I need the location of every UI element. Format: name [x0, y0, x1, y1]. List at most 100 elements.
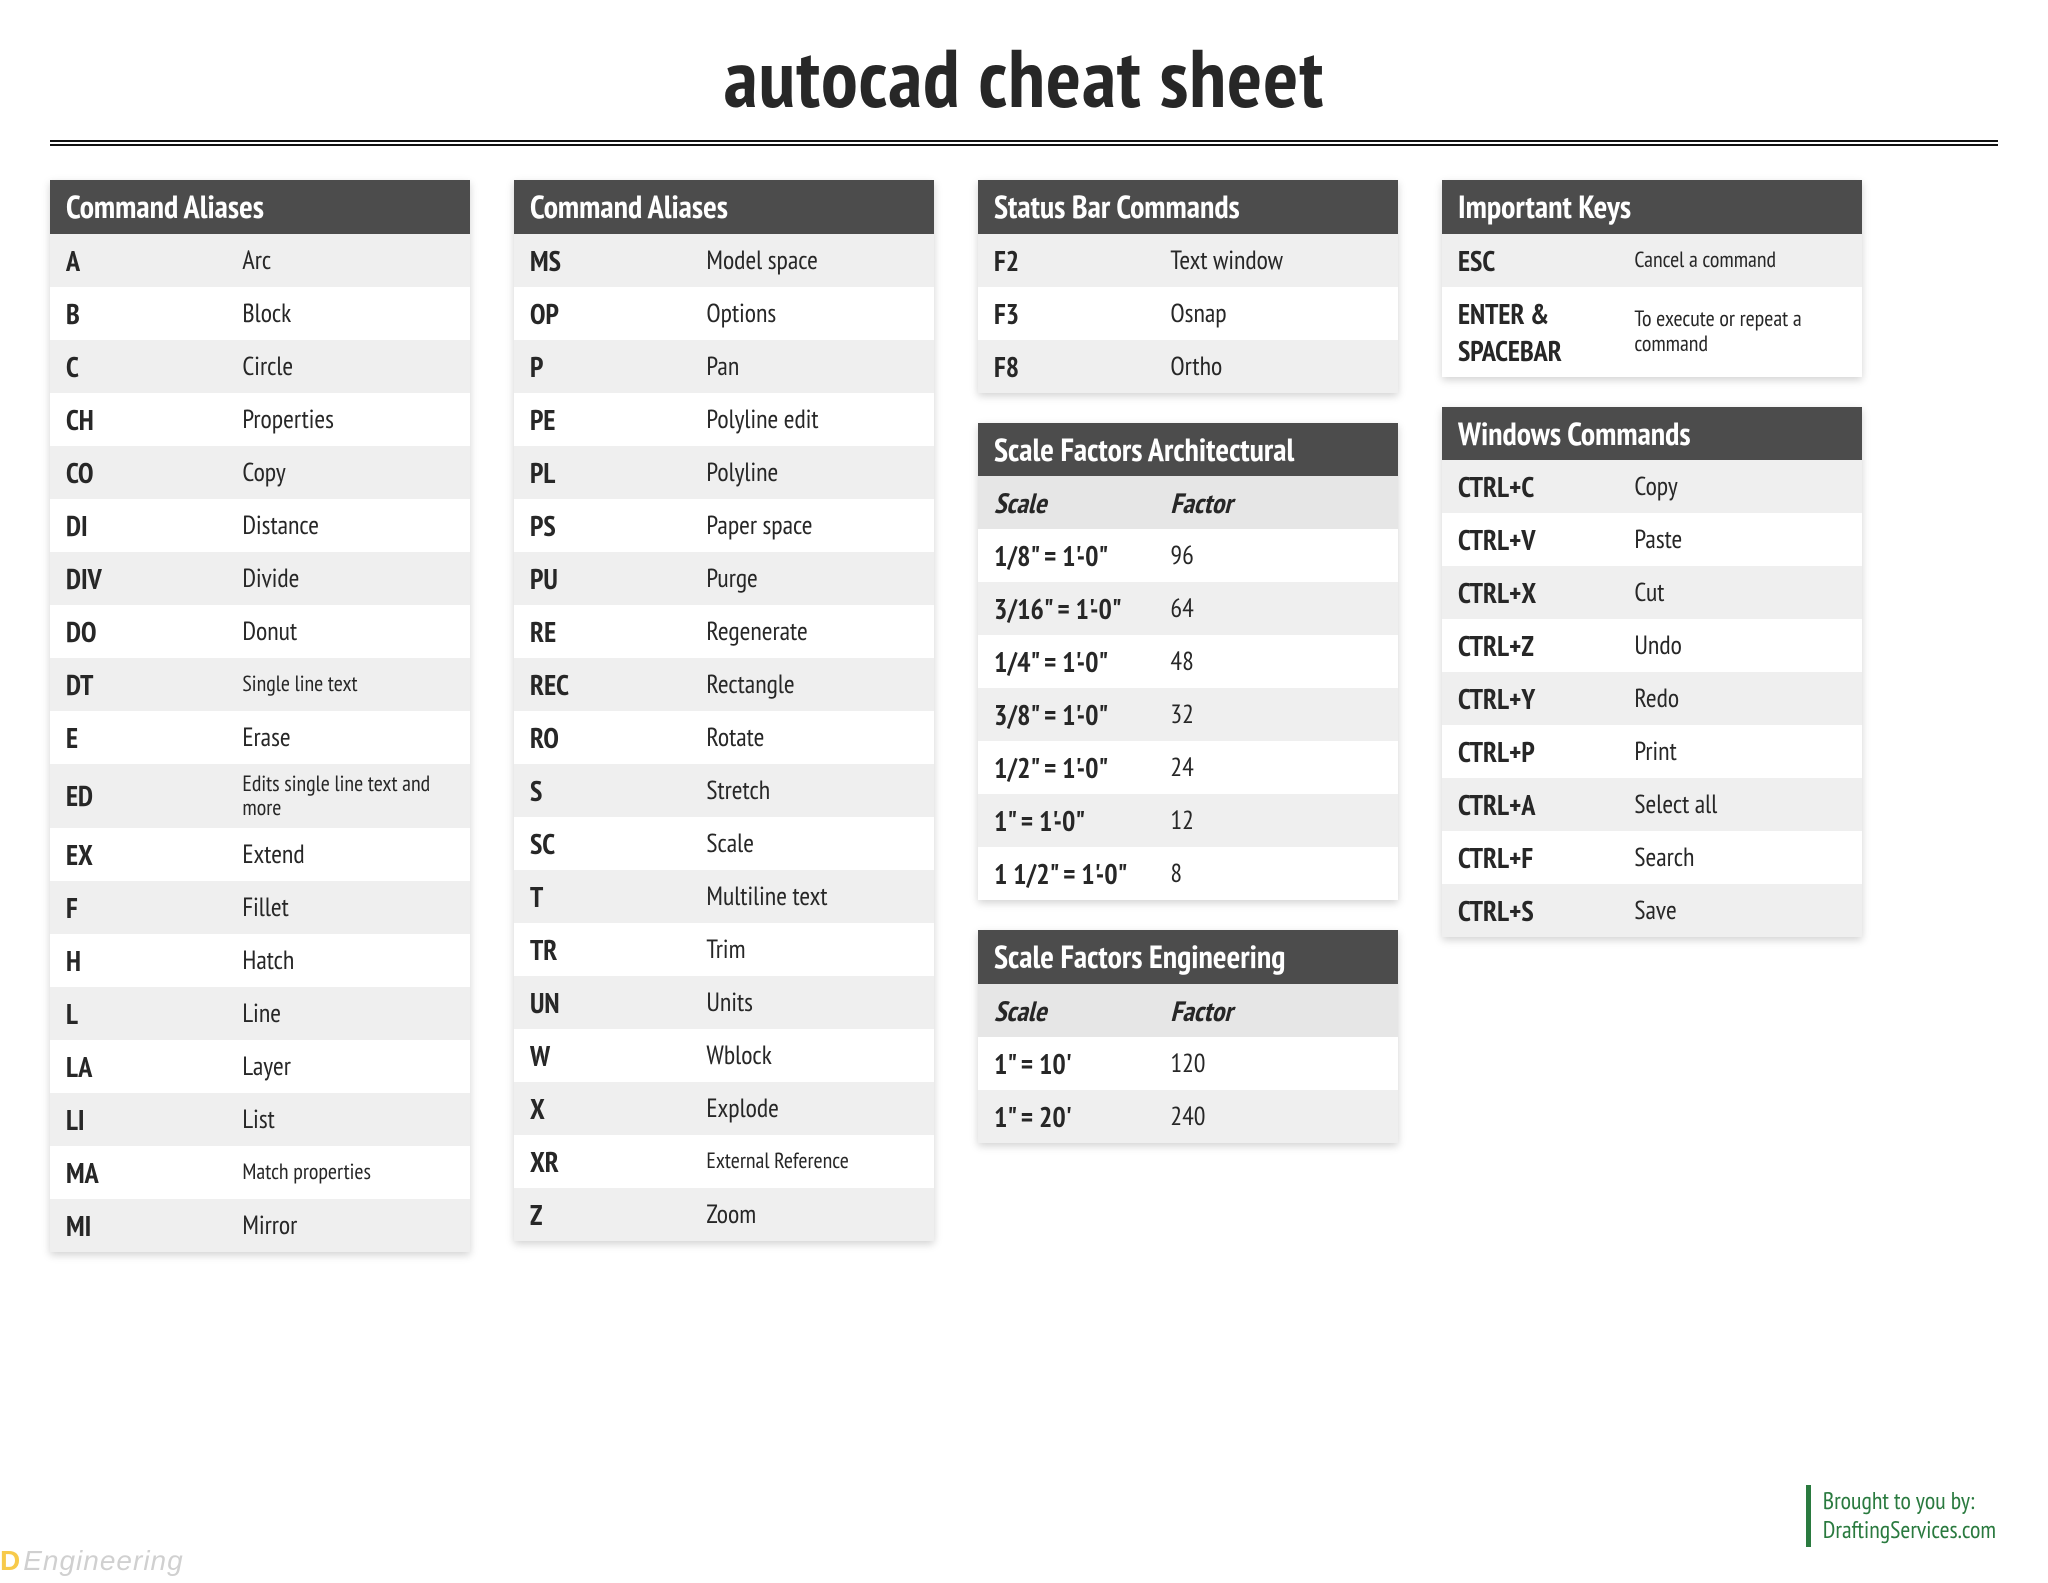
- cell-value: Stretch: [690, 764, 934, 817]
- cell-value: Pan: [690, 340, 934, 393]
- table-row: HHatch: [50, 934, 470, 987]
- credit-line-1: Brought to you by:: [1823, 1487, 1996, 1516]
- cell-key: L: [50, 987, 226, 1040]
- cell-key: CTRL+A: [1442, 778, 1618, 831]
- table-row: 1/4" = 1'-0"48: [978, 635, 1398, 688]
- table-row: ESCCancel a command: [1442, 234, 1862, 287]
- cell-value: Copy: [226, 446, 470, 499]
- cell-key: MA: [50, 1146, 226, 1199]
- cell-key: W: [514, 1029, 690, 1082]
- cell-key: DT: [50, 658, 226, 711]
- table-row: RECRectangle: [514, 658, 934, 711]
- card-header: Status Bar Commands: [978, 180, 1398, 234]
- card-header: Command Aliases: [50, 180, 470, 234]
- card-status-bar: Status Bar Commands F2Text windowF3Osnap…: [978, 180, 1398, 393]
- table-row: PSPaper space: [514, 499, 934, 552]
- cell-key: UN: [514, 976, 690, 1029]
- credit-line-2: DraftingServices.com: [1823, 1516, 1996, 1545]
- table-row: DTSingle line text: [50, 658, 470, 711]
- table-row: UNUnits: [514, 976, 934, 1029]
- table-row: PLPolyline: [514, 446, 934, 499]
- cell-key: PE: [514, 393, 690, 446]
- column-1: Command Aliases AArcBBlockCCircleCHPrope…: [50, 180, 470, 1252]
- cell-value: Block: [226, 287, 470, 340]
- card-command-aliases-1: Command Aliases AArcBBlockCCircleCHPrope…: [50, 180, 470, 1252]
- cell-key: OP: [514, 287, 690, 340]
- table-row: EXExtend: [50, 828, 470, 881]
- table-row: DODonut: [50, 605, 470, 658]
- cell-key: MS: [514, 234, 690, 287]
- cell-value: Arc: [226, 234, 470, 287]
- cell-key: F3: [978, 287, 1154, 340]
- table-row: OPOptions: [514, 287, 934, 340]
- cell-value: Redo: [1618, 672, 1862, 725]
- cell-value: Trim: [690, 923, 934, 976]
- table-row: LIList: [50, 1093, 470, 1146]
- cell-value: Undo: [1618, 619, 1862, 672]
- table-row: COCopy: [50, 446, 470, 499]
- cell-key: B: [50, 287, 226, 340]
- card-windows-commands: Windows Commands CTRL+CCopyCTRL+VPasteCT…: [1442, 407, 1862, 938]
- table-row: TMultiline text: [514, 870, 934, 923]
- table-row: CTRL+VPaste: [1442, 513, 1862, 566]
- cell-key: DI: [50, 499, 226, 552]
- cell-value: Regenerate: [690, 605, 934, 658]
- cell-key: PL: [514, 446, 690, 499]
- cell-key: 1 1/2" = 1'-0": [978, 847, 1154, 900]
- table-status: F2Text windowF3OsnapF8Ortho: [978, 234, 1398, 393]
- cell-value: 8: [1154, 847, 1398, 900]
- cell-value: Units: [690, 976, 934, 1029]
- cell-key: Z: [514, 1188, 690, 1241]
- cell-key: 1" = 20': [978, 1090, 1154, 1143]
- column-3: Status Bar Commands F2Text windowF3Osnap…: [978, 180, 1398, 1143]
- cell-value: Match properties: [226, 1146, 470, 1199]
- table-row: RERegenerate: [514, 605, 934, 658]
- table-row: ENTER & SPACEBARTo execute or repeat a c…: [1442, 287, 1862, 377]
- cell-key: DO: [50, 605, 226, 658]
- cell-key: CTRL+S: [1442, 884, 1618, 937]
- cell-value: Hatch: [226, 934, 470, 987]
- cell-key: 3/8" = 1'-0": [978, 688, 1154, 741]
- cell-value: Polyline: [690, 446, 934, 499]
- cell-value: Rotate: [690, 711, 934, 764]
- table-row: 1/2" = 1'-0"24: [978, 741, 1398, 794]
- cell-key: SC: [514, 817, 690, 870]
- cell-key: PU: [514, 552, 690, 605]
- cell-key: CTRL+P: [1442, 725, 1618, 778]
- cell-value: Single line text: [226, 658, 470, 711]
- cell-key: EX: [50, 828, 226, 881]
- cell-key: CTRL+C: [1442, 460, 1618, 513]
- cell-key: 1" = 10': [978, 1037, 1154, 1090]
- cell-value: Properties: [226, 393, 470, 446]
- column-header-factor: Factor: [1154, 984, 1398, 1037]
- table-row: ZZoom: [514, 1188, 934, 1241]
- cell-key: 1" = 1'-0": [978, 794, 1154, 847]
- table-row: TRTrim: [514, 923, 934, 976]
- cell-key: T: [514, 870, 690, 923]
- cell-value: Zoom: [690, 1188, 934, 1241]
- cell-value: Save: [1618, 884, 1862, 937]
- cell-value: Paper space: [690, 499, 934, 552]
- cell-key: CTRL+X: [1442, 566, 1618, 619]
- column-2: Command Aliases MSModel spaceOPOptionsPP…: [514, 180, 934, 1241]
- table-row: CTRL+XCut: [1442, 566, 1862, 619]
- table-aliases-2: MSModel spaceOPOptionsPPanPEPolyline edi…: [514, 234, 934, 1241]
- cell-key: ENTER & SPACEBAR: [1442, 287, 1618, 377]
- table-row: CHProperties: [50, 393, 470, 446]
- table-row: PEPolyline edit: [514, 393, 934, 446]
- cell-value: To execute or repeat a command: [1618, 287, 1862, 377]
- page: autocad cheat sheet Command Aliases AArc…: [0, 0, 2048, 1583]
- card-scale-architectural: Scale Factors Architectural ScaleFactor1…: [978, 423, 1398, 901]
- table-row: EErase: [50, 711, 470, 764]
- table-header-row: ScaleFactor: [978, 476, 1398, 529]
- table-row: LALayer: [50, 1040, 470, 1093]
- cell-key: CO: [50, 446, 226, 499]
- table-windows: CTRL+CCopyCTRL+VPasteCTRL+XCutCTRL+ZUndo…: [1442, 460, 1862, 937]
- cell-value: Purge: [690, 552, 934, 605]
- cell-key: 1/4" = 1'-0": [978, 635, 1154, 688]
- cell-key: RO: [514, 711, 690, 764]
- table-row: 3/16" = 1'-0"64: [978, 582, 1398, 635]
- card-header: Important Keys: [1442, 180, 1862, 234]
- cell-value: Donut: [226, 605, 470, 658]
- column-header-scale: Scale: [978, 984, 1154, 1037]
